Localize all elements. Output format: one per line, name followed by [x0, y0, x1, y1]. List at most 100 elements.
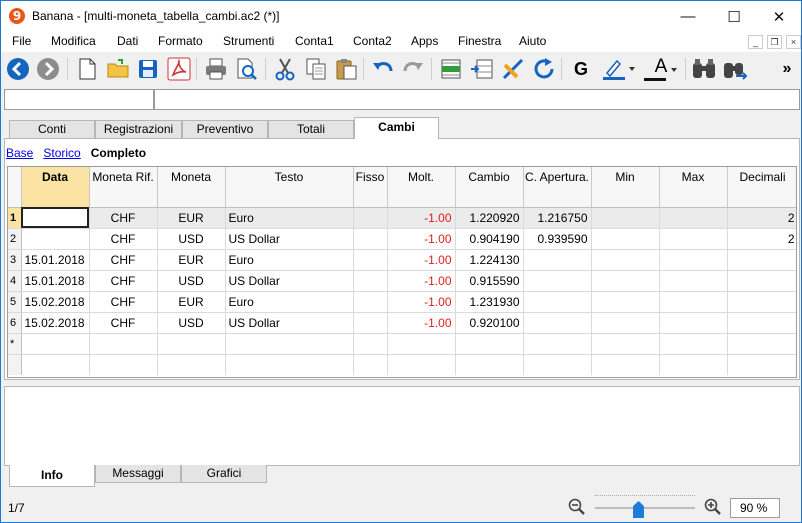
tab-preventivo[interactable]: Preventivo [182, 120, 268, 139]
cell-molt[interactable]: -1.00 [387, 291, 456, 313]
column-header-testo[interactable]: Testo [225, 167, 354, 208]
view-completo-label[interactable]: Completo [91, 146, 146, 160]
cell-moneta-rif[interactable]: CHF [89, 291, 158, 313]
cell-testo[interactable]: US Dollar [225, 312, 354, 334]
cell-molt[interactable]: -1.00 [387, 228, 456, 250]
info-panel[interactable] [4, 386, 800, 466]
cell-min[interactable] [591, 249, 660, 271]
zoom-level-field[interactable]: 90 % [730, 498, 780, 518]
cell-decimali[interactable] [727, 270, 796, 292]
cell-data[interactable]: 15.01.2018 [21, 270, 90, 292]
forward-icon[interactable] [35, 56, 61, 82]
column-header-moneta[interactable]: Moneta [157, 167, 226, 208]
row-number[interactable]: 2 [8, 228, 22, 250]
cell-moneta-rif[interactable]: CHF [89, 312, 158, 334]
cell-cambio[interactable]: 1.231930 [455, 291, 524, 313]
redo-icon[interactable] [400, 56, 426, 82]
cell-fisso[interactable] [353, 270, 388, 292]
cell-molt[interactable]: -1.00 [387, 312, 456, 334]
cell-c-apertura[interactable] [523, 291, 592, 313]
maximize-button[interactable]: ☐ [711, 1, 757, 32]
cell-cambio[interactable]: 0.915590 [455, 270, 524, 292]
menu-conta1[interactable]: Conta1 [295, 34, 334, 48]
cell-min[interactable] [591, 228, 660, 250]
menu-conta2[interactable]: Conta2 [353, 34, 392, 48]
cell-c-apertura[interactable] [523, 249, 592, 271]
cell-fisso[interactable] [353, 291, 388, 313]
cell-decimali[interactable] [727, 291, 796, 313]
tab-grafici[interactable]: Grafici [181, 465, 267, 483]
tab-totali[interactable]: Totali [268, 120, 354, 139]
column-header-decimali[interactable]: Decimali [727, 167, 796, 208]
menu-file[interactable]: File [12, 34, 31, 48]
tab-conti[interactable]: Conti [9, 120, 95, 139]
corner-cell[interactable] [8, 167, 22, 208]
cell-cambio[interactable]: 0.904190 [455, 228, 524, 250]
cut-icon[interactable] [272, 56, 298, 82]
open-folder-icon[interactable] [105, 56, 131, 82]
cell-moneta-rif[interactable]: CHF [89, 228, 158, 250]
cell-data[interactable] [21, 207, 90, 229]
row-number[interactable]: 1 [8, 207, 22, 229]
cell-moneta-rif[interactable]: CHF [89, 249, 158, 271]
cell-cambio[interactable]: 1.224130 [455, 249, 524, 271]
print-icon[interactable] [203, 56, 229, 82]
menu-finestra[interactable]: Finestra [458, 34, 501, 48]
cell-min[interactable] [591, 291, 660, 313]
cell-decimali[interactable] [727, 249, 796, 271]
cell-c-apertura[interactable]: 1.216750 [523, 207, 592, 229]
menu-strumenti[interactable]: Strumenti [223, 34, 274, 48]
cell-min[interactable] [591, 207, 660, 229]
tab-cambi[interactable]: Cambi [354, 117, 439, 139]
cell-fisso[interactable] [353, 249, 388, 271]
pdf-icon[interactable] [166, 56, 192, 82]
cell-testo[interactable]: Euro [225, 291, 354, 313]
cell-testo[interactable]: Euro [225, 249, 354, 271]
highlight-color-icon[interactable] [601, 56, 637, 82]
view-base-link[interactable]: Base [6, 146, 33, 160]
text-color-icon[interactable]: A [641, 56, 681, 82]
table-row[interactable]: 6 15.02.2018 CHF USD US Dollar -1.00 0.9… [8, 312, 796, 334]
cell-moneta-rif[interactable]: CHF [89, 207, 158, 229]
edit-tools-icon[interactable] [500, 56, 526, 82]
cell-moneta[interactable]: EUR [157, 291, 226, 313]
minimize-button[interactable]: — [665, 1, 711, 32]
move-row-icon[interactable] [469, 56, 495, 82]
cell-data[interactable] [21, 228, 90, 250]
menu-aiuto[interactable]: Aiuto [519, 34, 546, 48]
menu-dati[interactable]: Dati [117, 34, 138, 48]
add-row-icon[interactable] [438, 56, 464, 82]
zoom-slider[interactable] [595, 507, 695, 509]
cell-decimali[interactable]: 2 [727, 228, 796, 250]
cell-cambio[interactable]: 0.920100 [455, 312, 524, 334]
cell-data[interactable]: 15.02.2018 [21, 291, 90, 313]
cell-max[interactable] [659, 249, 728, 271]
cell-max[interactable] [659, 228, 728, 250]
tab-info[interactable]: Info [9, 465, 95, 487]
zoom-slider-thumb[interactable] [633, 501, 644, 518]
cell-moneta[interactable]: EUR [157, 249, 226, 271]
cell-fisso[interactable] [353, 228, 388, 250]
column-header-moneta-rif[interactable]: Moneta Rif. [89, 167, 158, 208]
print-preview-icon[interactable] [234, 56, 260, 82]
cell-molt[interactable]: -1.00 [387, 249, 456, 271]
column-header-cambio[interactable]: Cambio [455, 167, 524, 208]
cell-max[interactable] [659, 207, 728, 229]
cell-moneta[interactable]: USD [157, 228, 226, 250]
cell-testo[interactable]: Euro [225, 207, 354, 229]
row-number[interactable]: 3 [8, 249, 22, 271]
bold-button[interactable]: G [568, 56, 594, 82]
find-next-icon[interactable] [722, 56, 748, 82]
cell-testo[interactable]: US Dollar [225, 270, 354, 292]
cell-decimali[interactable] [727, 312, 796, 334]
close-button[interactable]: ✕ [756, 1, 801, 32]
cell-c-apertura[interactable]: 0.939590 [523, 228, 592, 250]
row-number[interactable]: 5 [8, 291, 22, 313]
new-file-icon[interactable] [74, 56, 100, 82]
cell-min[interactable] [591, 312, 660, 334]
menu-formato[interactable]: Formato [158, 34, 203, 48]
column-header-fisso[interactable]: Fisso [353, 167, 388, 208]
cell-min[interactable] [591, 270, 660, 292]
table-row[interactable]: 3 15.01.2018 CHF EUR Euro -1.00 1.224130 [8, 249, 796, 271]
cell-testo[interactable]: US Dollar [225, 228, 354, 250]
